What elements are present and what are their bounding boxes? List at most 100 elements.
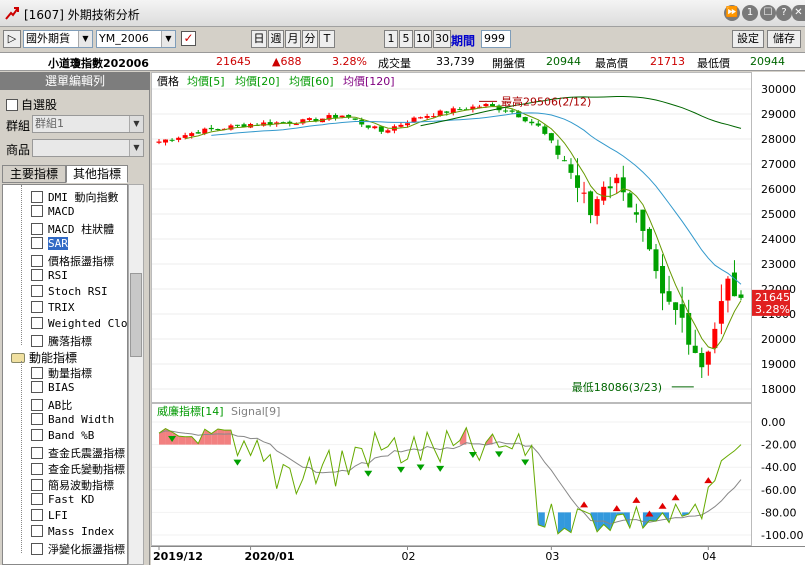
chevron-down-icon[interactable]: ▼ <box>161 31 175 47</box>
chevron-down-icon[interactable]: ▼ <box>78 31 92 47</box>
indicator-checkbox[interactable] <box>31 205 43 217</box>
indicator-item[interactable]: TRIX <box>31 301 75 314</box>
high-note: 最高29506(2/12) <box>501 94 591 108</box>
indicator-item[interactable]: Fast KD <box>31 493 94 506</box>
chart-type-minute[interactable]: 分 <box>302 30 318 48</box>
close-icon[interactable]: ✕ <box>792 5 805 21</box>
indicator-item[interactable]: 動量指標 <box>31 365 92 381</box>
play-icon[interactable]: ▷ <box>3 30 21 48</box>
candle-body <box>293 124 299 126</box>
indicator-checkbox[interactable] <box>31 413 43 425</box>
indicator-checkbox[interactable] <box>31 525 43 537</box>
indicator-checkbox[interactable] <box>31 269 43 281</box>
minute-option-5[interactable]: 5 <box>399 30 413 48</box>
chart-type-month[interactable]: 月 <box>285 30 301 48</box>
indicator-checkbox[interactable] <box>31 237 43 249</box>
candle-body <box>542 126 548 134</box>
minute-option-30[interactable]: 30 <box>433 30 451 48</box>
indicator-item[interactable]: DMI 動向指數 <box>31 189 119 205</box>
indicator-checkbox[interactable] <box>31 301 43 313</box>
indicator-item[interactable]: SAR <box>31 237 68 250</box>
indicator-checkbox[interactable] <box>31 463 43 475</box>
candle-body <box>561 160 567 162</box>
indicator-item[interactable]: Band Width <box>31 413 114 426</box>
period-label: 期間 <box>451 34 476 48</box>
candle-body <box>483 103 489 107</box>
chart-type-week[interactable]: 週 <box>268 30 284 48</box>
indicator-checkbox[interactable] <box>31 479 43 491</box>
indicator-item[interactable]: 淨變化振盪指標 <box>31 541 125 557</box>
indicator-item[interactable]: 騰落指標 <box>31 333 92 349</box>
symbol-select[interactable]: YM_2006 ▼ <box>96 30 176 48</box>
indicator-checkbox[interactable] <box>31 429 43 441</box>
indicator-checkbox[interactable] <box>31 285 43 297</box>
indicator-checkbox[interactable] <box>31 255 43 267</box>
indicator-checkbox[interactable] <box>31 399 43 411</box>
forward-icon[interactable]: ⏩ <box>724 5 740 21</box>
candle-body <box>575 175 581 188</box>
indicator-item[interactable]: 查金氏震盪指標 <box>31 445 125 461</box>
indicator-checkbox[interactable] <box>31 509 43 521</box>
indicator-item[interactable]: LFI <box>31 509 68 522</box>
indicator-checkbox[interactable] <box>31 447 43 459</box>
indicator-label: DMI 動向指數 <box>48 191 119 204</box>
watchlist-checkbox[interactable] <box>6 99 18 111</box>
indicator-checkbox[interactable] <box>31 191 43 203</box>
save-button[interactable]: 儲存 <box>767 30 801 48</box>
tab-other-indicators[interactable]: 其他指標 <box>66 165 128 183</box>
indicator-checkbox[interactable] <box>31 317 43 329</box>
indicator-checkbox[interactable] <box>31 493 43 505</box>
minute-option-1[interactable]: 1 <box>384 30 398 48</box>
quote-change: ▲688 <box>272 55 302 68</box>
chevron-down-icon[interactable]: ▼ <box>129 140 143 156</box>
candle-body <box>490 104 496 107</box>
group-select[interactable]: 群組1 ▼ <box>32 115 144 133</box>
market-select[interactable]: 國外期貨 ▼ <box>23 30 93 48</box>
candle-body <box>503 110 509 112</box>
indicator-item[interactable]: BIAS <box>31 381 75 394</box>
indicator-checkbox[interactable] <box>31 223 43 235</box>
help-icon[interactable]: ? <box>776 5 792 21</box>
date-label: 03 <box>545 550 559 563</box>
chevron-down-icon[interactable]: ▼ <box>129 116 143 132</box>
technical-chart[interactable]: 30000 29000 28000 27000 26000 25000 24000 23000… <box>151 72 805 565</box>
product-select[interactable]: ▼ <box>32 139 144 157</box>
indicator-label: AB比 <box>48 399 73 412</box>
indicator-item[interactable]: MACD <box>31 205 75 218</box>
settings-button[interactable]: 設定 <box>732 30 764 48</box>
indicator-item[interactable]: Weighted Clos <box>31 317 127 330</box>
price-axis-tick: 29000 <box>761 108 796 121</box>
candle-body <box>653 249 659 272</box>
chart-area[interactable]: 30000 29000 28000 27000 26000 25000 24000 23000… <box>151 72 805 565</box>
indicator-tree: DMI 動向指數 MACD MACD 柱狀體 SAR 價格振盪指標 RSI Stoch RS… <box>2 184 128 565</box>
indicator-item[interactable]: Mass Index <box>31 525 114 538</box>
indicator-item[interactable]: 查金氏變動指標 <box>31 461 125 477</box>
indicator-checkbox[interactable] <box>31 381 43 393</box>
indicator-checkbox[interactable] <box>31 335 43 347</box>
indicator-label: Band Width <box>48 413 115 426</box>
candle-body <box>679 304 685 318</box>
tab-main-indicators[interactable]: 主要指標 <box>2 165 66 183</box>
restore-icon[interactable]: ☐ <box>760 5 776 21</box>
indicator-item[interactable]: 簡易波動指標 <box>31 477 114 493</box>
indicator-checkbox[interactable] <box>31 367 43 379</box>
indicator-item[interactable]: 價格振盪指標 <box>31 253 114 269</box>
chart-type-tick[interactable]: T <box>319 30 335 48</box>
indicator-item[interactable]: RSI <box>31 269 68 282</box>
link-number-button[interactable]: 1 <box>742 5 758 21</box>
scrollbar-thumb[interactable] <box>130 273 142 357</box>
chart-checkbox[interactable]: ✓ <box>181 31 196 46</box>
indicator-item[interactable]: Stoch RSI <box>31 285 108 298</box>
watchlist-row[interactable]: 自選股 <box>6 96 57 113</box>
indicator-label: 簡易波動指標 <box>48 479 114 492</box>
tree-scrollbar[interactable] <box>128 184 144 565</box>
indicator-item[interactable]: Band %B <box>31 429 94 442</box>
indicator-item[interactable]: AB比 <box>31 397 72 413</box>
window-title: [1607] 外期技術分析 <box>24 8 140 22</box>
indicator-item[interactable]: MACD 柱狀體 <box>31 221 114 237</box>
minute-option-10[interactable]: 10 <box>414 30 432 48</box>
period-input[interactable]: 999 <box>481 30 511 48</box>
chart-type-day[interactable]: 日 <box>251 30 267 48</box>
indicator-checkbox[interactable] <box>31 543 43 555</box>
indicator-label: RSI <box>48 269 68 282</box>
